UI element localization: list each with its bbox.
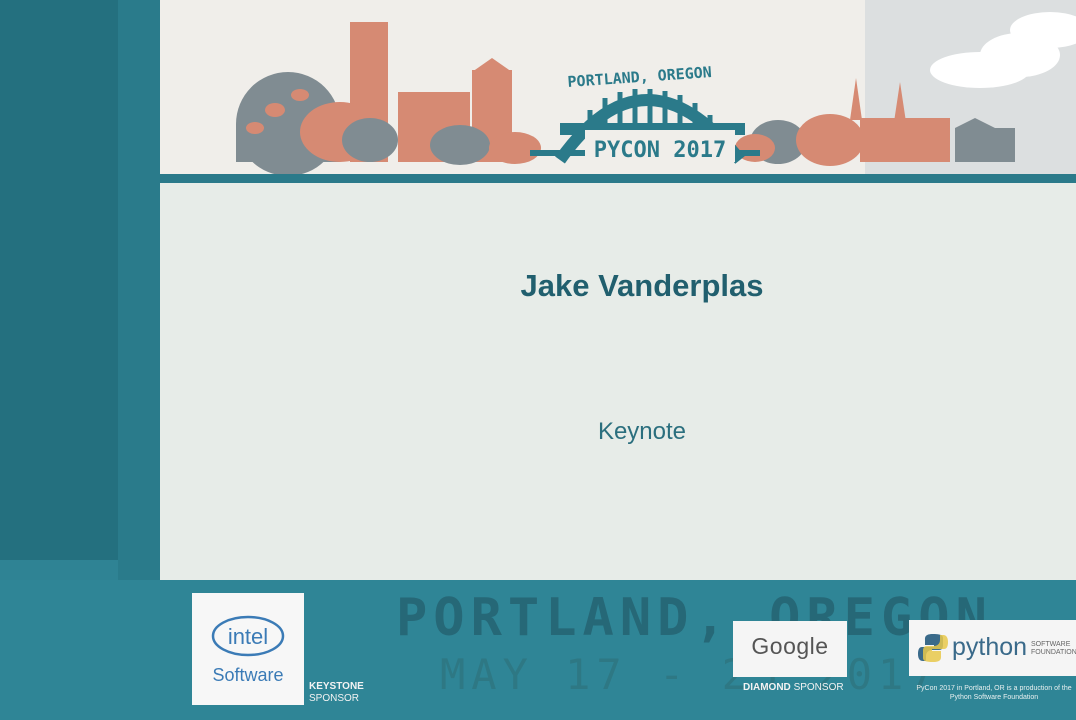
python-snake-icon xyxy=(918,634,948,662)
svg-text:intel: intel xyxy=(228,624,268,649)
keystone-label: KEYSTONE xyxy=(309,681,364,692)
background-city-text: PORTLAND, OREGON xyxy=(396,588,993,648)
psf-production-note: PyCon 2017 in Portland, OR is a producti… xyxy=(916,685,1072,701)
conference-banner: PYCON 2017 PORTLAND, OREGON xyxy=(160,0,1076,176)
diamond-label: DIAMOND xyxy=(743,682,791,693)
pycon-logo-city: PORTLAND, OREGON xyxy=(567,63,712,91)
intel-software-label: Software xyxy=(212,665,284,685)
banner-rule xyxy=(160,174,1076,183)
session-type: Keynote xyxy=(597,418,687,445)
background-dates-text: MAY 17 - 25 2017 xyxy=(440,650,941,699)
portland-skyline-illustration: PYCON 2017 PORTLAND, OREGON xyxy=(236,0,1076,176)
python-logo-text: python xyxy=(952,633,1028,661)
sponsor-label: SPONSOR xyxy=(309,693,360,704)
pycon-logo-title: PYCON 2017 xyxy=(594,138,726,163)
speaker-name: Jake Vanderplas xyxy=(520,268,764,303)
left-panel xyxy=(0,0,118,560)
intel-sponsor-tier: KEYSTONE SPONSOR xyxy=(309,681,364,705)
sponsor-label: SPONSOR xyxy=(793,682,844,693)
psf-subtitle: SOFTWARE FOUNDATION xyxy=(1031,641,1076,656)
intel-logo-icon: intel xyxy=(211,615,285,657)
google-sponsor-tier: DIAMOND SPONSOR xyxy=(743,682,844,693)
google-logo-text: Google xyxy=(751,633,829,659)
title-slide xyxy=(160,183,1076,580)
